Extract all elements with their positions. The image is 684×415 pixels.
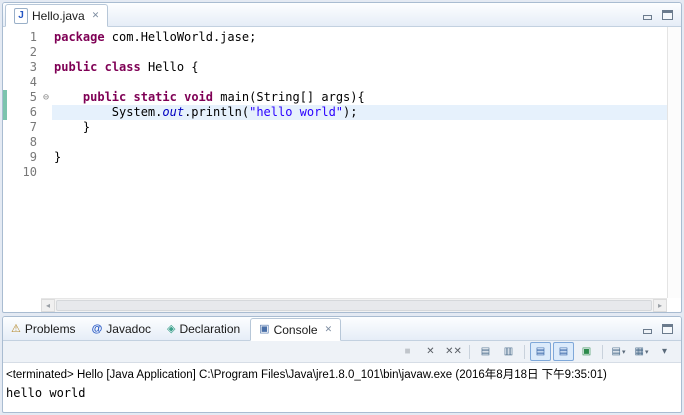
fold-gutter — [40, 105, 52, 120]
code-line: 8 — [3, 135, 667, 150]
code-line: 4 — [3, 75, 667, 90]
tab-console[interactable]: ▣ Console ✕ — [250, 318, 342, 341]
view-menu-icon[interactable]: ▾ — [654, 342, 675, 361]
editor-view: J Hello.java ✕ 1 package com.HelloWorld.j… — [2, 2, 682, 313]
editor-tab-hello-java[interactable]: J Hello.java ✕ — [5, 4, 109, 27]
tab-problems-label: Problems — [24, 322, 76, 336]
editor-tab-label: Hello.java — [32, 8, 85, 23]
remove-launch-icon[interactable]: ✕ — [420, 342, 441, 361]
code-line: 2 — [3, 45, 667, 60]
code-text: } — [54, 150, 62, 164]
maximize-icon[interactable] — [662, 324, 673, 334]
fold-gutter — [40, 60, 52, 75]
scroll-left-icon[interactable]: ◂ — [41, 299, 55, 312]
fold-gutter — [40, 45, 52, 60]
fold-gutter — [40, 120, 52, 135]
code-line: 10 — [3, 165, 667, 180]
scrollbar-thumb[interactable] — [56, 300, 652, 311]
editor-window-controls — [642, 10, 681, 26]
tab-declaration[interactable]: ◈ Declaration — [159, 318, 248, 340]
line-number[interactable]: 1 — [7, 30, 40, 45]
code-line: 3 public class Hello { — [3, 60, 667, 75]
declaration-icon: ◈ — [167, 322, 176, 335]
minimize-icon[interactable] — [642, 10, 653, 20]
line-number[interactable]: 10 — [7, 165, 40, 180]
pin-console-icon[interactable]: ▣ — [576, 342, 597, 361]
terminate-icon[interactable]: ■ — [397, 342, 418, 361]
fold-gutter — [40, 135, 52, 150]
line-number[interactable]: 8 — [7, 135, 40, 150]
editor-body[interactable]: 1 package com.HelloWorld.jase; 2 3 public cl… — [3, 27, 681, 312]
open-console-icon[interactable]: ▦ ▾ — [631, 342, 652, 361]
tab-console-label: Console — [273, 322, 318, 337]
line-number[interactable]: 5 — [7, 90, 40, 105]
code-line: 7 } — [3, 120, 667, 135]
code-line: 6 System.out.println("hello world"); — [3, 105, 667, 120]
code-text: package com.HelloWorld.jase; — [54, 30, 257, 44]
code-line: 1 package com.HelloWorld.jase; — [3, 30, 667, 45]
console-output-line: hello world — [6, 386, 86, 400]
console-icon: ▣ — [259, 323, 270, 335]
console-view: ⚠ Problems @ Javadoc ◈ Declaration ▣ Con… — [2, 316, 682, 413]
fold-gutter — [40, 165, 52, 180]
close-icon[interactable]: ✕ — [92, 10, 100, 21]
minimize-icon[interactable] — [642, 324, 653, 334]
line-number[interactable]: 4 — [7, 75, 40, 90]
show-console-on-stderr-icon[interactable]: ▤ — [553, 342, 574, 361]
line-number[interactable]: 2 — [7, 45, 40, 60]
tab-javadoc-label: Javadoc — [106, 322, 151, 336]
dropdown-arrow-icon: ▾ — [621, 348, 626, 356]
code-text: } — [54, 120, 91, 134]
fold-gutter — [40, 30, 52, 45]
toolbar-separator — [602, 344, 603, 359]
close-icon[interactable]: ✕ — [325, 324, 333, 335]
console-window-controls — [642, 324, 681, 340]
java-file-icon: J — [14, 7, 28, 24]
code-text: public class Hello { — [54, 60, 199, 74]
scroll-right-icon[interactable]: ▸ — [653, 299, 667, 312]
code-text: public static void main(String[] args){ — [82, 90, 365, 104]
line-number[interactable]: 6 — [7, 105, 40, 120]
toolbar-separator — [469, 344, 470, 359]
code-line: 5 ⊖ public static void main(String[] args… — [3, 90, 667, 105]
code-rows[interactable]: 1 package com.HelloWorld.jase; 2 3 public cl… — [3, 30, 667, 298]
fold-collapse-icon[interactable]: ⊖ — [40, 90, 52, 105]
fold-gutter — [40, 75, 52, 90]
clear-console-icon[interactable]: ▤ — [475, 342, 496, 361]
toolbar-separator — [524, 344, 525, 359]
show-console-on-stdout-icon[interactable]: ▤ — [530, 342, 551, 361]
console-status-line: <terminated> Hello [Java Application] C:… — [6, 369, 607, 381]
line-number[interactable]: 7 — [7, 120, 40, 135]
code-text: System.out.println("hello world"); — [52, 105, 667, 120]
line-number[interactable]: 9 — [7, 150, 40, 165]
tab-problems[interactable]: ⚠ Problems — [3, 318, 84, 340]
problems-icon: ⚠ — [11, 322, 21, 335]
scroll-lock-icon[interactable]: ▥ — [498, 342, 519, 361]
javadoc-icon: @ — [91, 322, 103, 335]
horizontal-scrollbar[interactable]: ◂ ▸ — [41, 298, 667, 312]
tab-javadoc[interactable]: @ Javadoc — [84, 318, 159, 340]
remove-all-terminated-icon[interactable]: ✕✕ — [443, 342, 464, 361]
console-toolbar: ■ ✕ ✕✕ ▤ ▥ ▤ ▤ ▣ ▤ ▾ ▦ ▾ ▾ — [3, 341, 681, 363]
tab-declaration-label: Declaration — [179, 322, 241, 336]
overview-ruler[interactable] — [667, 27, 681, 298]
console-text-area[interactable]: <terminated> Hello [Java Application] C:… — [3, 363, 681, 412]
dropdown-arrow-icon: ▾ — [644, 348, 649, 356]
maximize-icon[interactable] — [662, 10, 673, 20]
line-number[interactable]: 3 — [7, 60, 40, 75]
editor-tabbar: J Hello.java ✕ — [3, 3, 681, 27]
code-line: 9} — [3, 150, 667, 165]
console-tabbar: ⚠ Problems @ Javadoc ◈ Declaration ▣ Con… — [3, 317, 681, 341]
fold-gutter — [40, 150, 52, 165]
display-selected-console-icon[interactable]: ▤ ▾ — [608, 342, 629, 361]
